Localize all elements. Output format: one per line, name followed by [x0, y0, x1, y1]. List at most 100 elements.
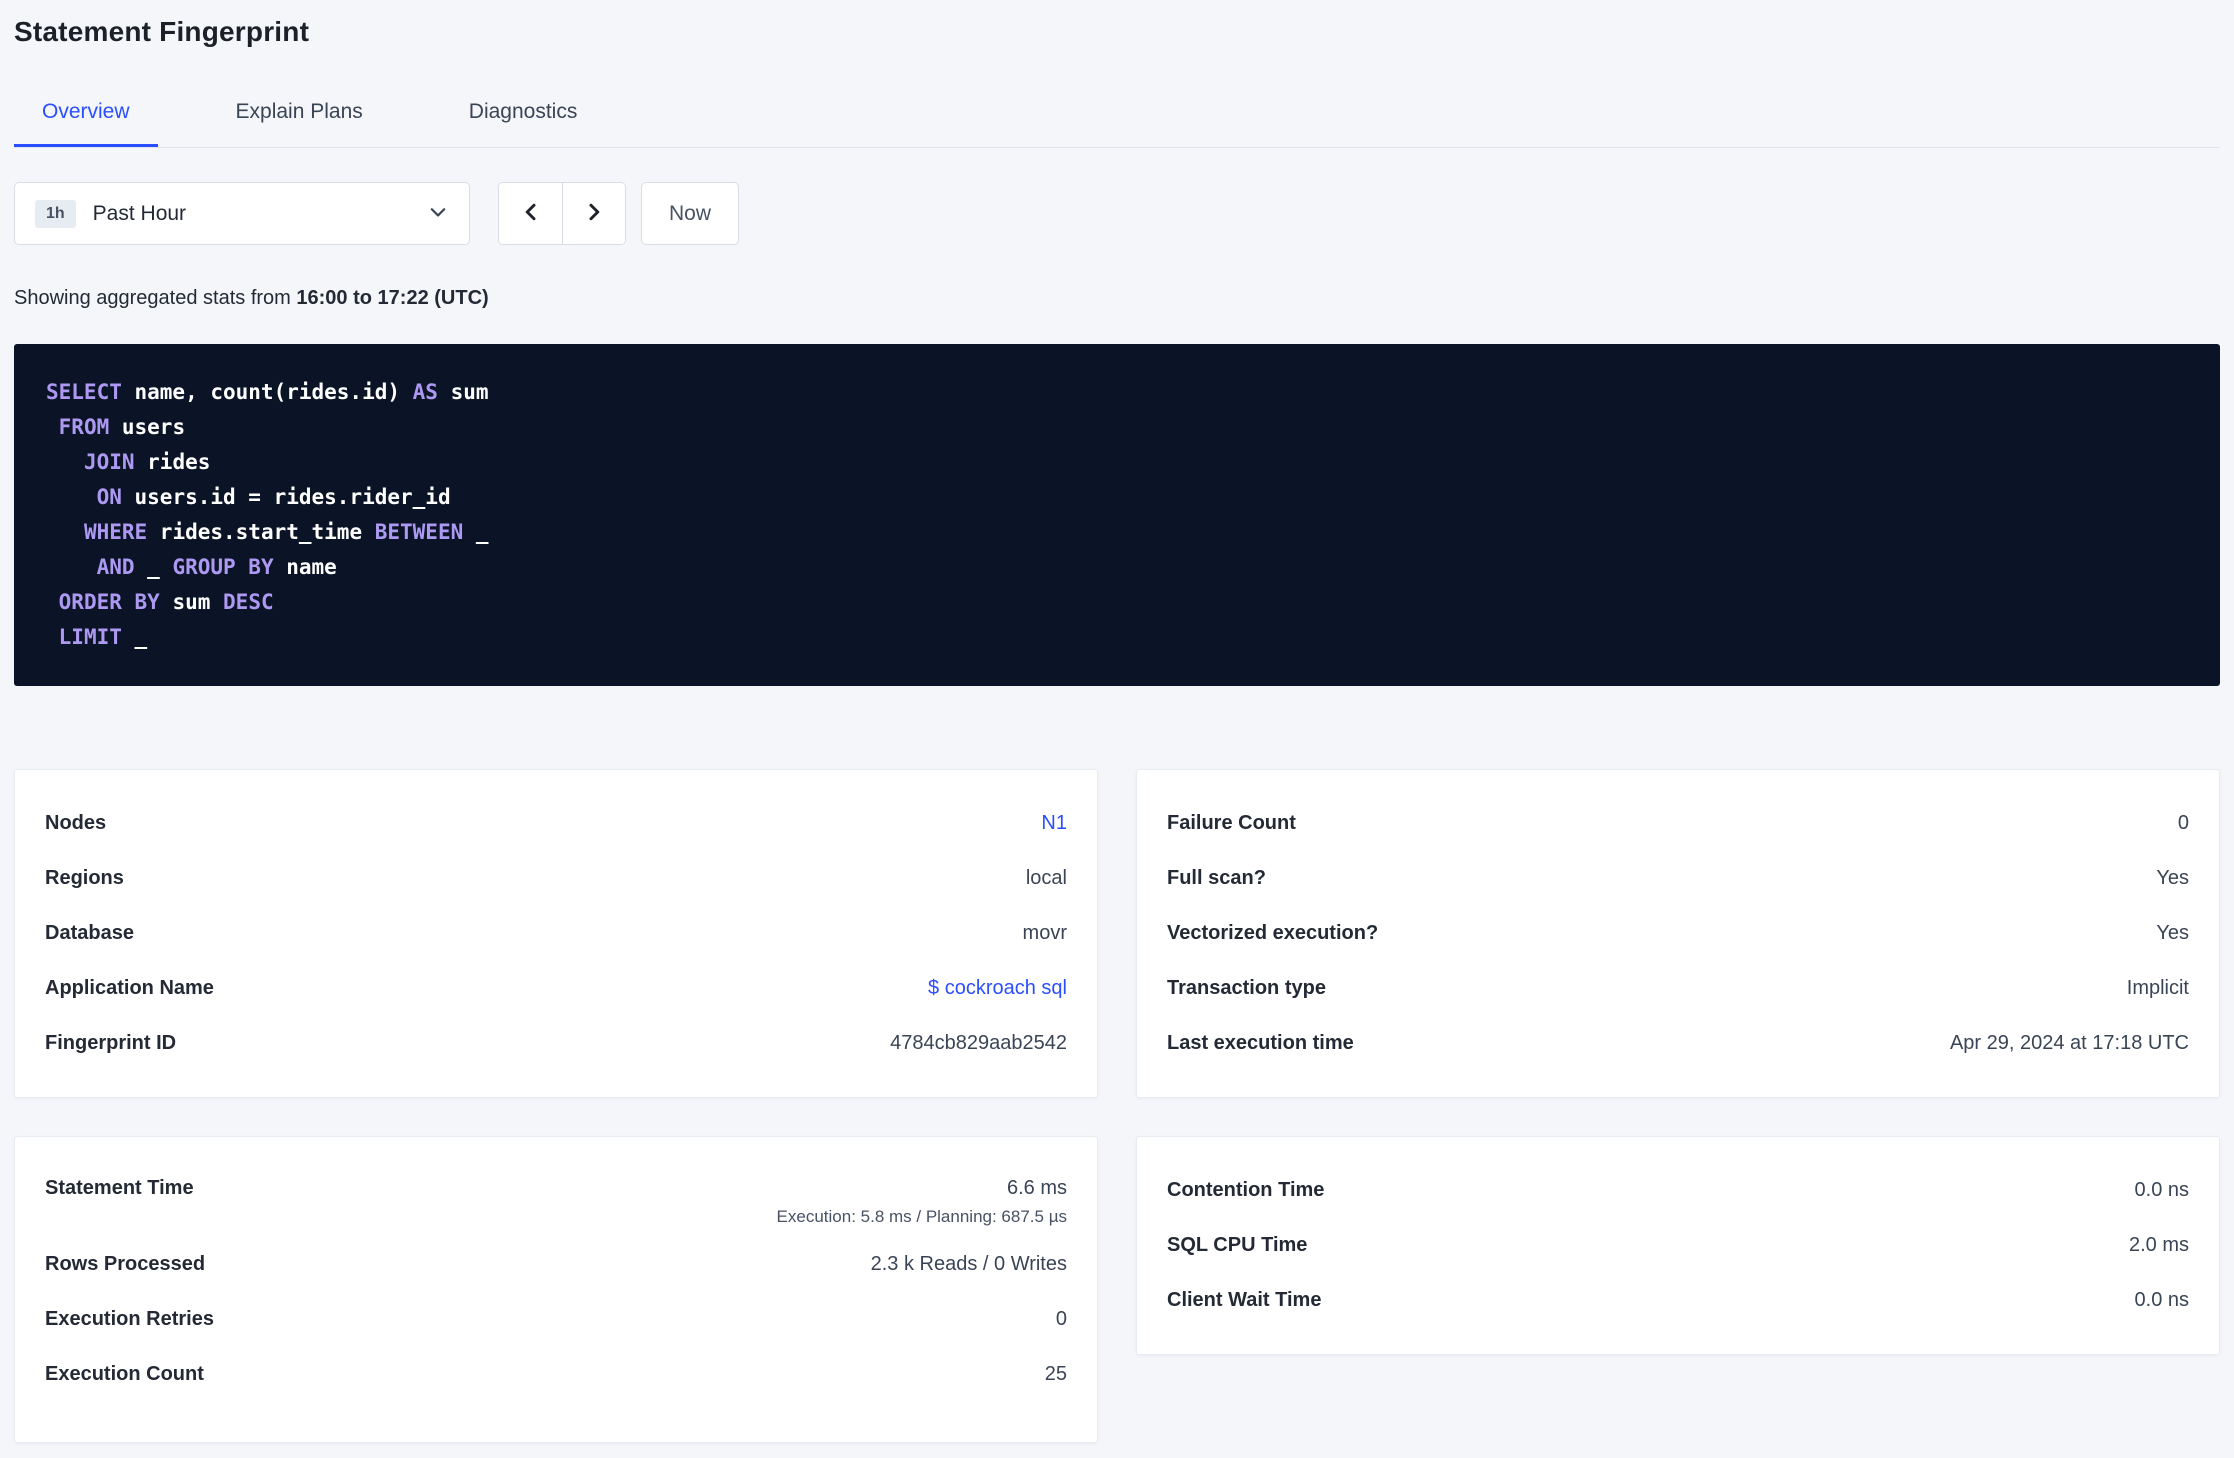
stat-label: Full scan? — [1167, 867, 1266, 889]
stat-value-group: Apr 29, 2024 at 17:18 UTC — [1950, 1032, 2189, 1055]
stat-value-group: 6.6 ms Execution: 5.8 ms / Planning: 687.… — [777, 1177, 1067, 1227]
stat-value: 0 — [1055, 1308, 1067, 1330]
time-range-label: Past Hour — [92, 201, 187, 225]
stat-row: Execution Retries 0 — [45, 1292, 1067, 1347]
stat-label: Client Wait Time — [1167, 1289, 1322, 1311]
sql-line: LIMIT _ — [58, 625, 148, 649]
stat-row: Vectorized execution? Yes — [1167, 906, 2189, 961]
statement-times-rows: Statement Time 6.6 ms Execution: 5.8 ms / … — [45, 1163, 1067, 1402]
stats-cards-row: Statement Time 6.6 ms Execution: 5.8 ms / … — [14, 1136, 2220, 1443]
stat-label: Statement Time — [45, 1177, 194, 1199]
latency-stats-card: Contention Time 0.0 ns SQL CPU Time 2.0 ms C… — [1136, 1136, 2220, 1355]
stat-label: Fingerprint ID — [45, 1032, 177, 1054]
stat-row: Full scan? Yes — [1167, 851, 2189, 906]
statement-details-card: Nodes N1 Regions local Database movr Applicati… — [14, 769, 1098, 1098]
stat-value: 0.0 ns — [2134, 1179, 2189, 1201]
stat-row: Statement Time 6.6 ms Execution: 5.8 ms / … — [45, 1163, 1067, 1237]
stat-row: Fingerprint ID 4784cb829aab2542 — [45, 1016, 1067, 1071]
interval-arrow-group — [498, 182, 626, 245]
stat-label: Execution Count — [45, 1363, 204, 1385]
sql-line: ORDER BY sum DESC — [58, 590, 274, 614]
stat-value: 2.3 k Reads / 0 Writes — [870, 1253, 1067, 1275]
stat-row: Nodes N1 — [45, 796, 1067, 851]
page-title: Statement Fingerprint — [14, 16, 310, 47]
chevron-right-icon — [582, 200, 606, 227]
stat-row: Failure Count 0 — [1167, 796, 2189, 851]
stat-value-group: 0.0 ns — [2135, 1179, 2189, 1202]
stat-row: Contention Time 0.0 ns — [1167, 1163, 2189, 1218]
stat-value: 4784cb829aab2542 — [890, 1032, 1067, 1054]
stat-value-group: 4784cb829aab2542 — [890, 1032, 1067, 1055]
stat-row: Last execution time Apr 29, 2024 at 17:18… — [1167, 1016, 2189, 1071]
stat-label: Rows Processed — [45, 1253, 206, 1275]
stat-value: Implicit — [2126, 977, 2189, 999]
stat-value-group: 0 — [2178, 812, 2189, 835]
stat-row: Transaction type Implicit — [1167, 961, 2189, 1016]
time-interval-controls: 1h Past Hour Now — [14, 182, 2220, 245]
stat-value-group: Yes — [2156, 867, 2189, 890]
stat-value-group: local — [1026, 867, 1067, 890]
stat-value: 0.0 ns — [2134, 1289, 2189, 1311]
stat-value: 0 — [2177, 812, 2189, 834]
stat-value: 2.0 ms — [2128, 1234, 2189, 1256]
stat-value: Yes — [2156, 867, 2189, 889]
nodes-link[interactable]: N1 — [1041, 812, 1067, 835]
stat-row: Execution Count 25 — [45, 1347, 1067, 1402]
stat-label: Database — [45, 922, 134, 944]
stat-value: 6.6 ms — [1006, 1177, 1067, 1199]
aggregated-stats-caption: Showing aggregated stats from 16:00 to 1… — [14, 287, 2220, 310]
stat-row: Client Wait Time 0.0 ns — [1167, 1273, 2189, 1328]
stat-value-group: 2.0 ms — [2129, 1234, 2189, 1257]
stat-label: Application Name — [45, 977, 214, 999]
stat-value-group: 0 — [1056, 1308, 1067, 1331]
stat-label: Nodes — [45, 812, 107, 834]
stat-value: movr — [1022, 922, 1067, 944]
stat-row: Database movr — [45, 906, 1067, 961]
stat-value: Yes — [2156, 922, 2189, 944]
statement-times-card: Statement Time 6.6 ms Execution: 5.8 ms / … — [14, 1136, 1098, 1443]
stat-value-group: Implicit — [2127, 977, 2189, 1000]
tab-overview[interactable]: Overview — [14, 100, 158, 147]
chevron-left-icon — [519, 200, 543, 227]
stat-row: Rows Processed 2.3 k Reads / 0 Writes — [45, 1237, 1067, 1292]
now-button[interactable]: Now — [641, 182, 740, 245]
stat-value-group: 0.0 ns — [2135, 1289, 2189, 1312]
stat-label: Execution Retries — [45, 1308, 214, 1330]
details-cards-row: Nodes N1 Regions local Database movr Applicati… — [14, 769, 2220, 1098]
time-range-badge: 1h — [35, 199, 76, 228]
sql-line: AND _ GROUP BY name — [96, 555, 337, 579]
execution-attributes-rows: Failure Count 0 Full scan? Yes Vectorized ex… — [1167, 796, 2189, 1071]
stat-label: Transaction type — [1167, 977, 1326, 999]
stat-label: Failure Count — [1167, 812, 1296, 834]
next-interval-button[interactable] — [562, 183, 625, 244]
stat-label: SQL CPU Time — [1167, 1234, 1308, 1256]
stat-label: Last execution time — [1167, 1032, 1354, 1054]
statement-fingerprint-page: Statement Fingerprint Overview Explain Pl… — [0, 0, 2234, 1443]
stat-value-group: Yes — [2156, 922, 2189, 945]
stat-value-group: $ cockroach sql — [928, 977, 1067, 1000]
sql-line: SELECT name, count(rides.id) AS sum — [46, 380, 489, 404]
sql-line: ON users.id = rides.rider_id — [96, 485, 451, 509]
stat-label: Contention Time — [1167, 1179, 1325, 1201]
stat-value-group: 25 — [1045, 1363, 1067, 1386]
tab-bar: Overview Explain Plans Diagnostics — [14, 100, 2220, 148]
chevron-down-icon — [427, 201, 449, 226]
sql-statement-box: SELECT name, count(rides.id) AS sum FROM… — [14, 344, 2220, 686]
execution-attributes-card: Failure Count 0 Full scan? Yes Vectorized ex… — [1136, 769, 2220, 1098]
sql-line: FROM users — [58, 415, 186, 439]
tab-diagnostics[interactable]: Diagnostics — [441, 100, 606, 147]
application-name-link[interactable]: $ cockroach sql — [928, 977, 1067, 1000]
stat-label: Regions — [45, 867, 124, 889]
sql-line: JOIN rides — [83, 450, 211, 474]
stat-subvalue: Execution: 5.8 ms / Planning: 687.5 µs — [776, 1207, 1067, 1226]
time-range-dropdown[interactable]: 1h Past Hour — [14, 182, 470, 245]
stat-value: 25 — [1044, 1363, 1067, 1385]
stat-row: SQL CPU Time 2.0 ms — [1167, 1218, 2189, 1273]
statement-details-rows: Nodes N1 Regions local Database movr Applicati… — [45, 796, 1067, 1071]
tab-explain-plans[interactable]: Explain Plans — [208, 100, 391, 147]
stat-value: Apr 29, 2024 at 17:18 UTC — [1949, 1032, 2189, 1054]
stat-row: Application Name $ cockroach sql — [45, 961, 1067, 1016]
previous-interval-button[interactable] — [499, 183, 562, 244]
stat-value: local — [1025, 867, 1067, 889]
stat-value-group: N1 — [1041, 812, 1067, 835]
